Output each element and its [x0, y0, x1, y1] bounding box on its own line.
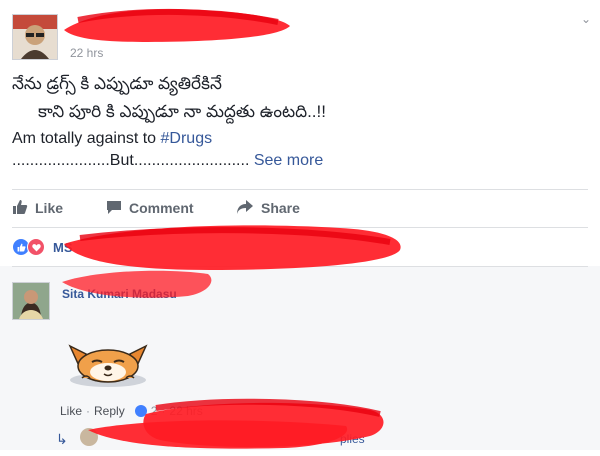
- post-text-line-2: కాని పూరి కి ఎప్పుడూ నా మద్దతు ఉంటది..!!: [38, 102, 326, 121]
- comment-button[interactable]: Comment: [106, 198, 194, 218]
- share-button-label: Share: [261, 200, 300, 216]
- share-button[interactable]: Share: [236, 198, 300, 218]
- post-text-line-4-text: ......................But...............…: [12, 152, 250, 169]
- post-text-line-3: Am totally against to #Drugs: [12, 130, 212, 148]
- see-more-link[interactable]: See more: [254, 152, 323, 169]
- divider: [12, 189, 588, 190]
- comment-like-link[interactable]: Like: [60, 404, 82, 418]
- comment-bubble-icon: [106, 199, 122, 218]
- like-button[interactable]: Like: [12, 198, 63, 218]
- comment-reaction-count[interactable]: 2: [151, 404, 158, 418]
- post-author-avatar[interactable]: [12, 14, 58, 60]
- comment-button-label: Comment: [129, 200, 194, 216]
- reply-arrow-icon: ↳: [56, 431, 68, 447]
- commenter-name-link[interactable]: Sita Kumari Madasu: [62, 287, 177, 301]
- separator-dot: ·: [161, 404, 166, 418]
- comment-reply-link[interactable]: Reply: [94, 404, 125, 418]
- post-timestamp[interactable]: 22 hrs: [70, 46, 103, 60]
- like-reaction-icon: [134, 405, 147, 417]
- reaction-names-link[interactable]: MS: [53, 240, 73, 255]
- red-scribble-redaction: [64, 8, 290, 43]
- post-text-line-1: నేను డ్రగ్స్ కి ఎప్పుడూ వ్యతిరేకినే: [12, 74, 222, 93]
- chevron-down-icon[interactable]: ⌄: [578, 12, 594, 26]
- view-replies-link[interactable]: plies: [340, 432, 365, 446]
- separator-dot: ·: [86, 404, 91, 418]
- reply-avatar[interactable]: [80, 428, 98, 446]
- love-reaction-icon: [27, 238, 45, 256]
- divider: [12, 227, 588, 228]
- thumbs-up-icon: [12, 199, 28, 218]
- like-button-label: Like: [35, 200, 64, 216]
- share-arrow-icon: [236, 199, 254, 218]
- dog-sticker: [60, 330, 156, 390]
- post-text-line-4: ......................But...............…: [12, 152, 323, 170]
- comment-timestamp[interactable]: 22 hrs: [169, 404, 202, 418]
- hashtag-drugs-link[interactable]: #Drugs: [161, 130, 213, 147]
- reactions-summary[interactable]: MS: [12, 238, 73, 256]
- comment-actions-row: Like · Reply 2 · 22 hrs: [60, 404, 203, 418]
- divider: [12, 266, 588, 267]
- post-text-line-3-text: Am totally against to: [12, 130, 161, 147]
- commenter-avatar[interactable]: [12, 282, 50, 320]
